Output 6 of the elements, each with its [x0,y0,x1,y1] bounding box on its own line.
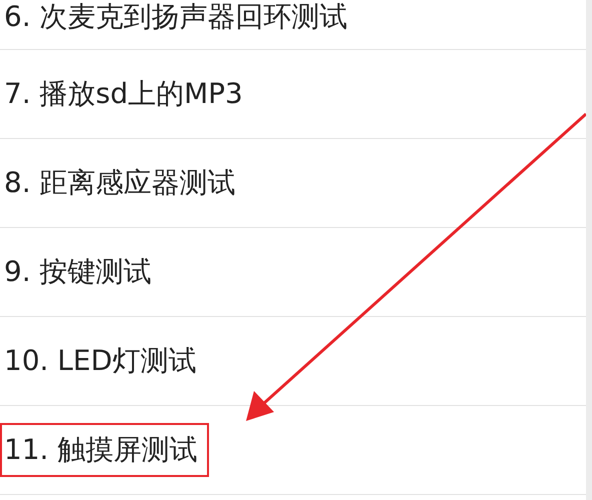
list-item[interactable]: 11. 触摸屏测试 [0,423,210,477]
list-item[interactable]: 6. 次麦克到扬声器回环测试 [0,0,354,34]
list-item[interactable]: 9. 按键测试 [0,257,158,287]
list-item[interactable]: 7. 播放sd上的MP3 [0,79,249,109]
list-item[interactable]: 10. LED灯测试 [0,346,202,376]
list-item[interactable]: 8. 距离感应器测试 [0,168,242,198]
